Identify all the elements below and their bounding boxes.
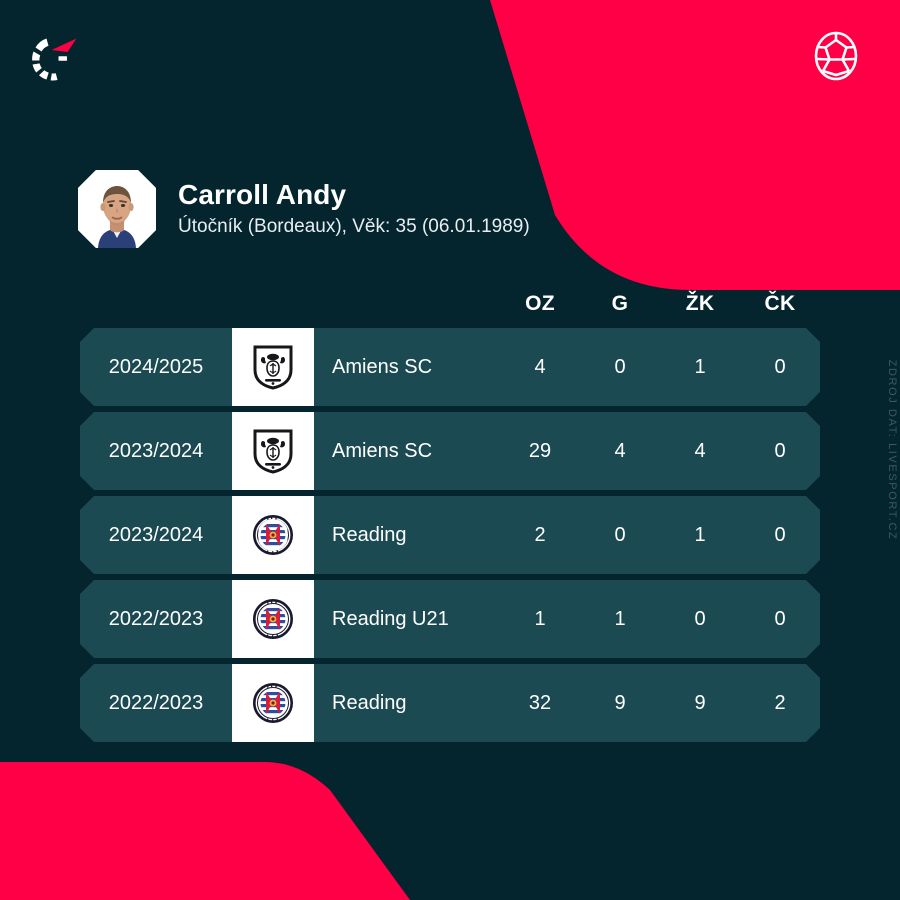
soccer-ball-icon bbox=[808, 28, 864, 84]
cell-ck: 2 bbox=[774, 691, 786, 714]
cell-g: 0 bbox=[614, 355, 626, 378]
source-watermark: ZDROJ DAT: LIVESPORT.CZ bbox=[886, 359, 898, 541]
column-header-zk: ŽK bbox=[685, 292, 715, 315]
cell-oz: 4 bbox=[534, 355, 546, 378]
cell-oz: 32 bbox=[528, 691, 552, 714]
player-photo bbox=[78, 170, 156, 248]
cell-oz: 1 bbox=[534, 607, 546, 630]
table-body: 2024/2025 Amiens SC 4 0 1 0 2023/2024 Am… bbox=[80, 328, 820, 742]
column-header-ck: ČK bbox=[764, 292, 796, 315]
cell-g: 4 bbox=[614, 439, 626, 462]
cell-oz: 2 bbox=[534, 523, 546, 546]
cell-ck: 0 bbox=[774, 523, 786, 546]
cell-season: 2024/2025 bbox=[108, 355, 204, 378]
header bbox=[0, 0, 900, 150]
cell-team: Amiens SC bbox=[332, 439, 433, 462]
reading-crest-icon bbox=[232, 664, 314, 742]
cell-g: 9 bbox=[614, 691, 626, 714]
table-row[interactable]: 2022/2023 bbox=[80, 664, 820, 742]
cell-season: 2023/2024 bbox=[108, 439, 204, 462]
cell-ck: 0 bbox=[774, 355, 786, 378]
cell-oz: 29 bbox=[528, 439, 552, 462]
cell-g: 0 bbox=[614, 523, 626, 546]
reading-crest-icon bbox=[232, 496, 314, 574]
cell-zk: 4 bbox=[694, 439, 706, 462]
cell-zk: 0 bbox=[694, 607, 706, 630]
table-row[interactable]: 2022/2023 bbox=[80, 580, 820, 658]
table-row[interactable]: 2023/2024 bbox=[80, 496, 820, 574]
page-title: Carroll Andy bbox=[178, 178, 347, 210]
cell-g: 1 bbox=[614, 607, 626, 630]
cell-season: 2023/2024 bbox=[108, 523, 204, 546]
livesport-logo-icon bbox=[26, 30, 82, 86]
cell-team: Reading bbox=[332, 691, 407, 714]
career-stats-table: OZ G ŽK ČK 2024/2025 Amiens SC 4 0 1 0 2… bbox=[80, 282, 820, 742]
player-header: Carroll Andy Útočník (Bordeaux), Věk: 35… bbox=[78, 170, 530, 248]
table-row[interactable]: 2023/2024 bbox=[80, 412, 820, 490]
column-header-g: G bbox=[611, 292, 629, 315]
cell-team: Amiens SC bbox=[332, 355, 433, 378]
amiens-sc-crest-icon bbox=[232, 412, 314, 490]
cell-ck: 0 bbox=[774, 607, 786, 630]
cell-season: 2022/2023 bbox=[108, 691, 204, 714]
column-header-oz: OZ bbox=[525, 292, 555, 315]
player-meta: Útočník (Bordeaux), Věk: 35 (06.01.1989) bbox=[178, 216, 530, 238]
table-row[interactable]: 2024/2025 Amiens SC 4 0 1 0 bbox=[80, 328, 820, 406]
player-text-block: Carroll Andy Útočník (Bordeaux), Věk: 35… bbox=[178, 178, 530, 238]
infographic-card: Carroll Andy Útočník (Bordeaux), Věk: 35… bbox=[0, 0, 900, 900]
cell-zk: 1 bbox=[694, 523, 706, 546]
cell-zk: 1 bbox=[694, 355, 706, 378]
cell-ck: 0 bbox=[774, 439, 786, 462]
cell-team: Reading bbox=[332, 523, 407, 546]
table-header-row: OZ G ŽK ČK bbox=[80, 282, 820, 326]
cell-season: 2022/2023 bbox=[108, 607, 204, 630]
reading-crest-icon bbox=[232, 580, 314, 658]
cell-zk: 9 bbox=[694, 691, 706, 714]
cell-team: Reading U21 bbox=[332, 607, 449, 630]
amiens-sc-crest-icon bbox=[232, 328, 314, 406]
